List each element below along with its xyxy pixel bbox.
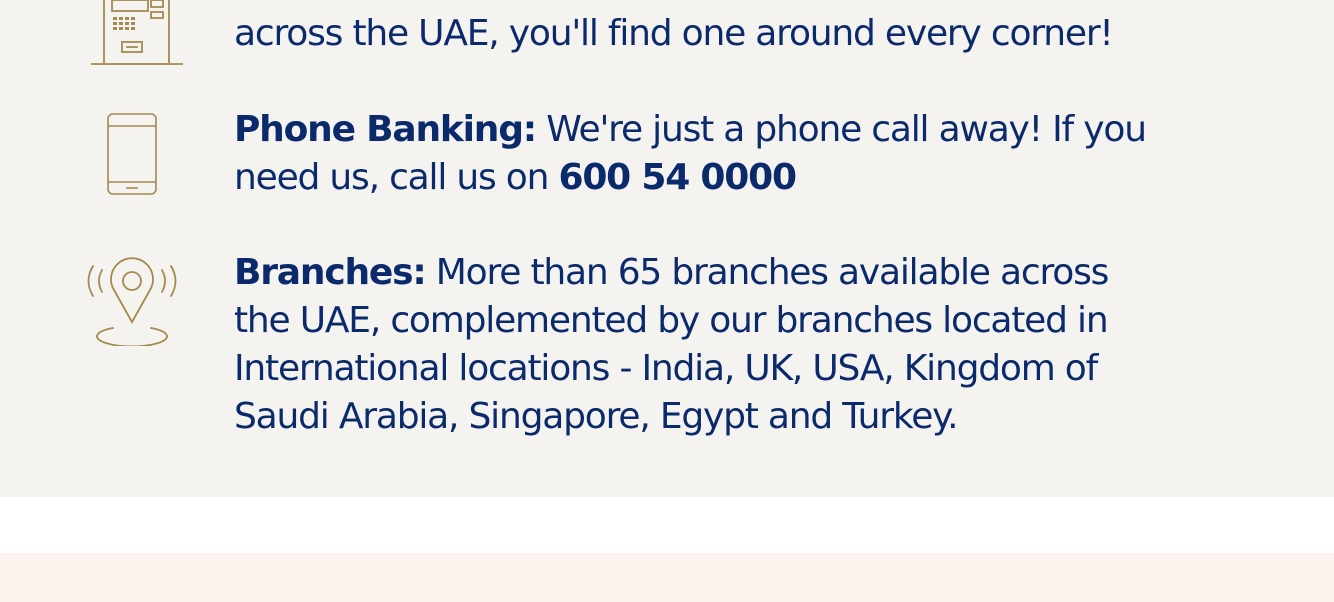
branches-line-4: Saudi Arabia, Singapore, Egypt and Turke… [234, 396, 959, 437]
feature-atm-line-1: across the UAE, you'll find one around e… [234, 13, 1114, 54]
feature-phone-banking-text: Phone Banking: We're just a phone call a… [234, 106, 1194, 202]
feature-atm-text: across the UAE, you'll find one around e… [234, 10, 1194, 58]
ways-to-bank-panel: across the UAE, you'll find one around e… [0, 0, 1334, 497]
phone-banking-heading: Phone Banking: [234, 109, 537, 150]
location-pin-icon [87, 257, 177, 346]
mobile-phone-icon [107, 113, 157, 195]
phone-banking-text-2: need us, call us on [234, 157, 559, 198]
branches-line-2: the UAE, complemented by our branches lo… [234, 300, 1109, 341]
branches-line-3: International locations - India, UK, USA… [234, 348, 1098, 389]
atm-machine-icon [91, 0, 183, 65]
phone-banking-number[interactable]: 600 54 0000 [558, 157, 797, 198]
phone-banking-text-1: We're just a phone call away! If you [535, 109, 1147, 150]
feature-branches-text: Branches: More than 65 branches availabl… [234, 249, 1194, 441]
next-section-band [0, 553, 1334, 602]
branches-line-1: More than 65 branches available across [425, 252, 1110, 293]
branches-heading: Branches: [234, 252, 427, 293]
